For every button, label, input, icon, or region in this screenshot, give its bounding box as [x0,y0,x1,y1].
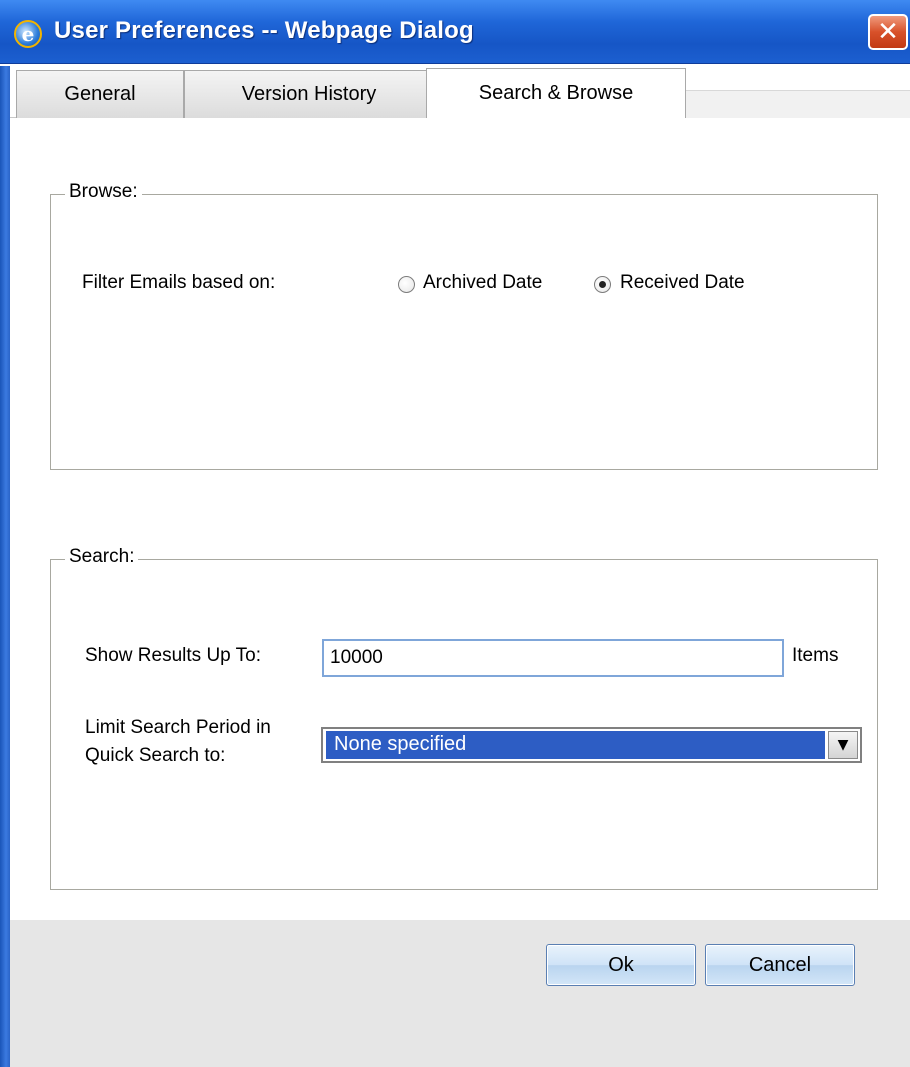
tab-strip: General Version History Search & Browse [10,66,910,118]
dialog-window: e User Preferences -- Webpage Dialog ✕ G… [0,0,910,1067]
limit-period-label-line2: Quick Search to: [85,745,226,766]
items-unit-label: Items [792,645,839,666]
archived-date-radio[interactable] [398,276,415,293]
tab-version-history[interactable]: Version History [184,70,434,118]
ok-button[interactable]: Ok [546,944,696,986]
tab-label: General [64,83,136,105]
browse-legend: Browse: [65,181,142,203]
show-results-input[interactable] [322,639,784,677]
tab-strip-filler [686,90,910,118]
title-bar[interactable]: e User Preferences -- Webpage Dialog ✕ [0,0,910,64]
tab-label: Version History [241,83,377,105]
browse-groupbox: Browse: [50,181,878,470]
window-frame-left [0,66,10,1067]
ie-icon: e [14,20,42,48]
close-button[interactable]: ✕ [868,14,908,50]
window-title: User Preferences -- Webpage Dialog [54,17,474,44]
search-period-selected: None specified [326,731,825,759]
limit-period-label-line1: Limit Search Period in [85,717,271,738]
cancel-button-label: Cancel [748,953,812,976]
show-results-label: Show Results Up To: [85,645,262,666]
button-bar [10,920,910,1067]
search-period-select[interactable]: None specified ▼ [321,727,862,763]
search-legend: Search: [65,546,139,568]
received-date-label[interactable]: Received Date [620,272,745,294]
dropdown-arrow-button[interactable]: ▼ [828,731,858,759]
archived-date-label[interactable]: Archived Date [423,272,542,294]
chevron-down-icon: ▼ [837,737,849,753]
tab-label: Search & Browse [478,82,634,104]
received-date-radio[interactable] [594,276,611,293]
tab-general[interactable]: General [16,70,184,118]
ok-button-label: Ok [608,953,634,976]
close-icon: ✕ [877,17,899,47]
filter-emails-label: Filter Emails based on: [82,272,276,293]
cancel-button[interactable]: Cancel [705,944,855,986]
tab-search-browse[interactable]: Search & Browse [426,68,686,118]
